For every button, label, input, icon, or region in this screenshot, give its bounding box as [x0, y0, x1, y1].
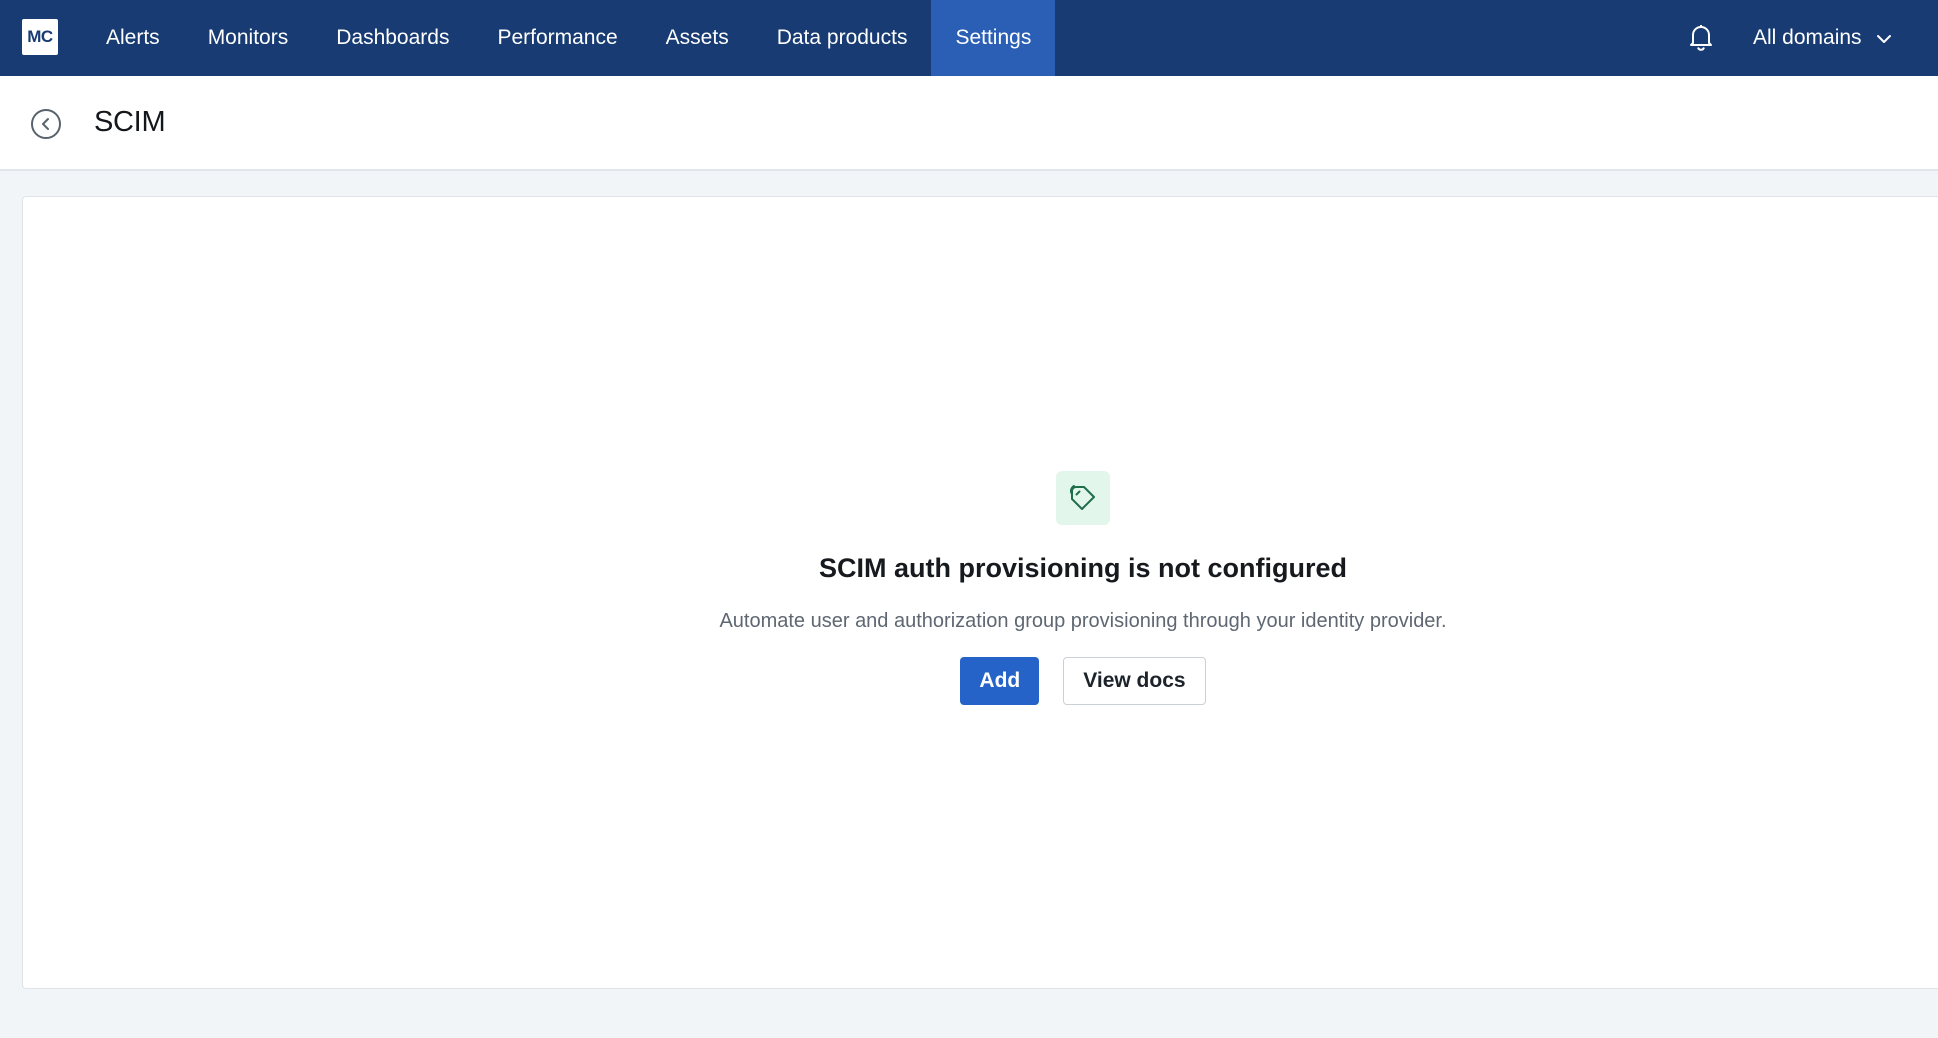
tag-icon: [1056, 471, 1110, 525]
nav-item-performance[interactable]: Performance: [473, 0, 641, 76]
top-navigation: MC Alerts Monitors Dashboards Performanc…: [0, 0, 1938, 76]
domain-selector[interactable]: All domains: [1753, 0, 1892, 76]
domain-selector-value: All domains: [1753, 26, 1862, 49]
nav-items: Alerts Monitors Dashboards Performance A…: [82, 0, 1056, 76]
view-docs-button[interactable]: View docs: [1063, 657, 1206, 705]
nav-item-data-products[interactable]: Data products: [753, 0, 932, 76]
logo[interactable]: MC: [22, 19, 58, 55]
add-button[interactable]: Add: [960, 657, 1040, 705]
page-header: SCIM: [0, 76, 1938, 171]
bell-icon[interactable]: [1688, 22, 1714, 52]
nav-item-monitors[interactable]: Monitors: [184, 0, 313, 76]
empty-state-actions: Add View docs: [960, 657, 1206, 705]
empty-state-description: Automate user and authorization group pr…: [719, 610, 1447, 632]
back-circle-icon[interactable]: [31, 109, 61, 139]
empty-state-title: SCIM auth provisioning is not configured: [819, 553, 1347, 583]
nav-item-dashboards[interactable]: Dashboards: [312, 0, 473, 76]
page-title: SCIM: [94, 106, 166, 138]
empty-state: SCIM auth provisioning is not configured…: [545, 471, 1621, 705]
chevron-down-icon: [1876, 26, 1892, 50]
nav-item-assets[interactable]: Assets: [642, 0, 753, 76]
nav-item-settings[interactable]: Settings: [931, 0, 1056, 76]
nav-item-alerts[interactable]: Alerts: [82, 0, 184, 76]
content-card: SCIM auth provisioning is not configured…: [22, 196, 1938, 989]
